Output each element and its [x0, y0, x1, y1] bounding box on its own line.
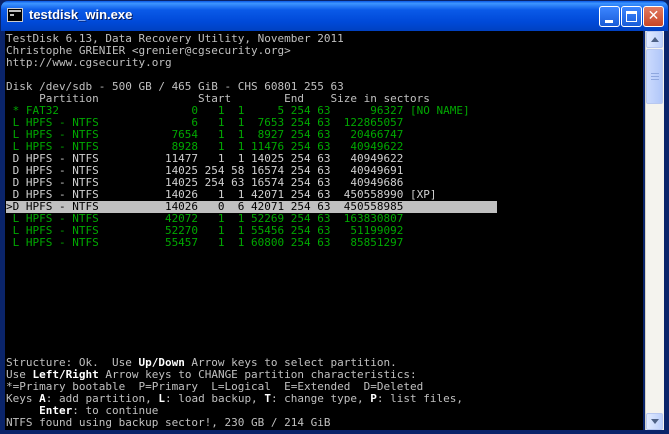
console-icon[interactable]: [7, 8, 23, 22]
close-icon: ✕: [647, 8, 660, 24]
scrollbar-thumb[interactable]: [646, 49, 663, 104]
status-message: NTFS found using backup sector!, 230 GB …: [6, 416, 331, 429]
partition-row[interactable]: L HPFS - NTFS 55457 1 1 60800 254 63 858…: [6, 237, 404, 249]
maximize-icon: [626, 11, 637, 22]
scroll-down-button[interactable]: [646, 413, 663, 430]
grip-line: [651, 73, 659, 74]
arrow-down-icon: [651, 419, 659, 424]
scroll-up-button[interactable]: [646, 31, 663, 48]
close-button[interactable]: ✕: [643, 6, 664, 27]
arrow-up-icon: [651, 37, 659, 42]
window-title: testdisk_win.exe: [29, 7, 133, 22]
header-line-3: http://www.cgsecurity.org: [6, 56, 172, 69]
grip-line: [651, 79, 659, 80]
minimize-icon: [605, 20, 613, 23]
title-bar[interactable]: testdisk_win.exe ✕: [1, 1, 668, 31]
minimize-button[interactable]: [599, 6, 620, 27]
grip-line: [651, 76, 659, 77]
vertical-scrollbar[interactable]: [645, 31, 664, 430]
maximize-button[interactable]: [621, 6, 642, 27]
console-window: testdisk_win.exe ✕ TestDisk 6.13, Data R…: [0, 0, 669, 434]
terminal-output[interactable]: TestDisk 6.13, Data Recovery Utility, No…: [5, 31, 643, 430]
